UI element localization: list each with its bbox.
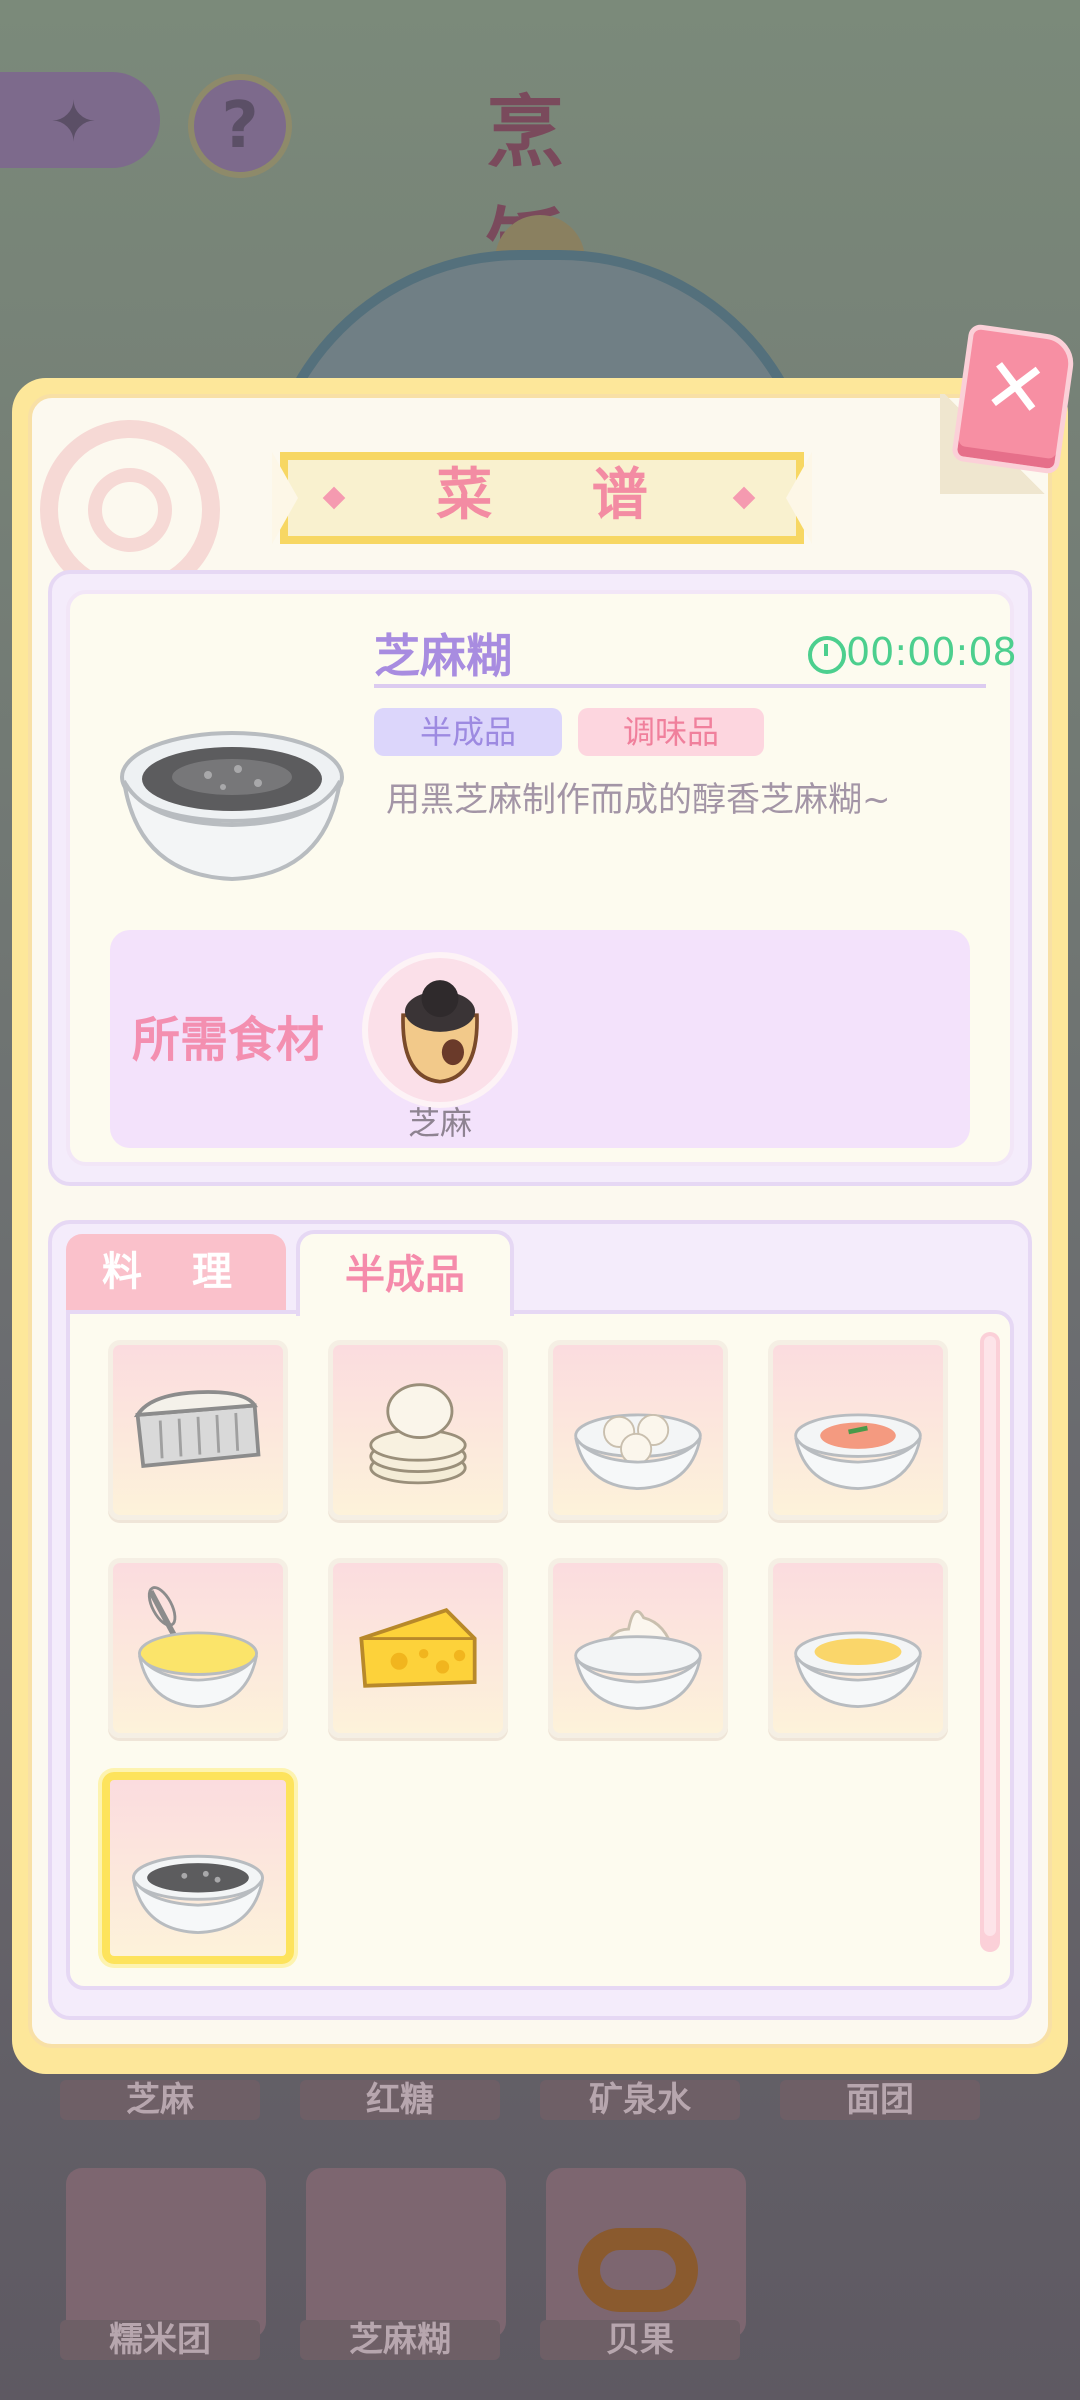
close-icon: ✕ — [977, 339, 1054, 437]
shelf-label: 贝果 — [540, 2320, 740, 2360]
recipe-item-flatbread[interactable] — [328, 1340, 508, 1520]
close-button[interactable]: ✕ — [950, 323, 1078, 475]
bagel-icon — [578, 2228, 698, 2312]
divider — [374, 684, 986, 688]
recipe-item-sesame-paste[interactable] — [102, 1772, 294, 1964]
scrollbar-thumb[interactable] — [984, 1336, 996, 1936]
sesame-paste-bowl-icon — [132, 1854, 264, 1935]
tab-dishes[interactable]: 料 理 — [66, 1234, 286, 1310]
dish-name: 芝麻糊 — [374, 629, 512, 683]
bread-loaf-icon — [133, 1390, 261, 1468]
tag-seasoning: 调味品 — [578, 708, 764, 756]
clock-icon — [808, 636, 846, 674]
recipe-item-shrimp[interactable] — [768, 1340, 948, 1520]
shelf-label: 面团 — [780, 2080, 980, 2120]
back-button: ✦ — [0, 72, 160, 168]
recipe-item-custard[interactable] — [768, 1558, 948, 1738]
rice-balls-bowl-icon — [574, 1413, 702, 1490]
shelf-label: 红糖 — [300, 2080, 500, 2120]
shrimp-bowl-icon — [794, 1413, 922, 1490]
recipe-item-cheese[interactable] — [328, 1558, 508, 1738]
cheese-wedge-icon — [359, 1608, 477, 1688]
dish-description: 用黑芝麻制作而成的醇香芝麻糊~ — [386, 780, 891, 820]
cream-bowl-icon — [574, 1609, 702, 1710]
ingredient-name: 芝麻 — [407, 1104, 472, 1142]
tag-semi-finished: 半成品 — [374, 708, 562, 756]
tab-semi-finished[interactable]: 半成品 — [296, 1230, 514, 1316]
sesame-sack-icon — [401, 980, 479, 1084]
shelf-label: 糯米团 — [60, 2320, 260, 2360]
custard-bowl-icon — [794, 1631, 922, 1708]
whisked-egg-bowl-icon — [138, 1586, 258, 1708]
sesame-paste-bowl-icon — [120, 731, 344, 882]
help-button: ? — [188, 74, 292, 178]
recipe-item-bread[interactable] — [108, 1340, 288, 1520]
recipe-item-cream[interactable] — [548, 1558, 728, 1738]
shelf-item — [306, 2168, 506, 2338]
recipe-item-whisked-egg[interactable] — [108, 1558, 288, 1738]
shelf-label: 矿泉水 — [540, 2080, 740, 2120]
shelf-label: 芝麻 — [60, 2080, 260, 2120]
flatbread-stack-icon — [369, 1383, 467, 1485]
cook-time: 00:00:08 — [846, 630, 1017, 674]
recipe-item-rice-balls[interactable] — [548, 1340, 728, 1520]
shelf-item — [66, 2168, 266, 2338]
ingredient-slot[interactable] — [362, 952, 518, 1108]
panel-title: 菜 谱 — [436, 463, 688, 528]
ingredients-label: 所需食材 — [132, 1012, 325, 1068]
back-arrow-icon: ✦ — [50, 90, 97, 155]
shelf-label: 芝麻糊 — [300, 2320, 500, 2360]
stamp-decoration — [88, 468, 172, 552]
